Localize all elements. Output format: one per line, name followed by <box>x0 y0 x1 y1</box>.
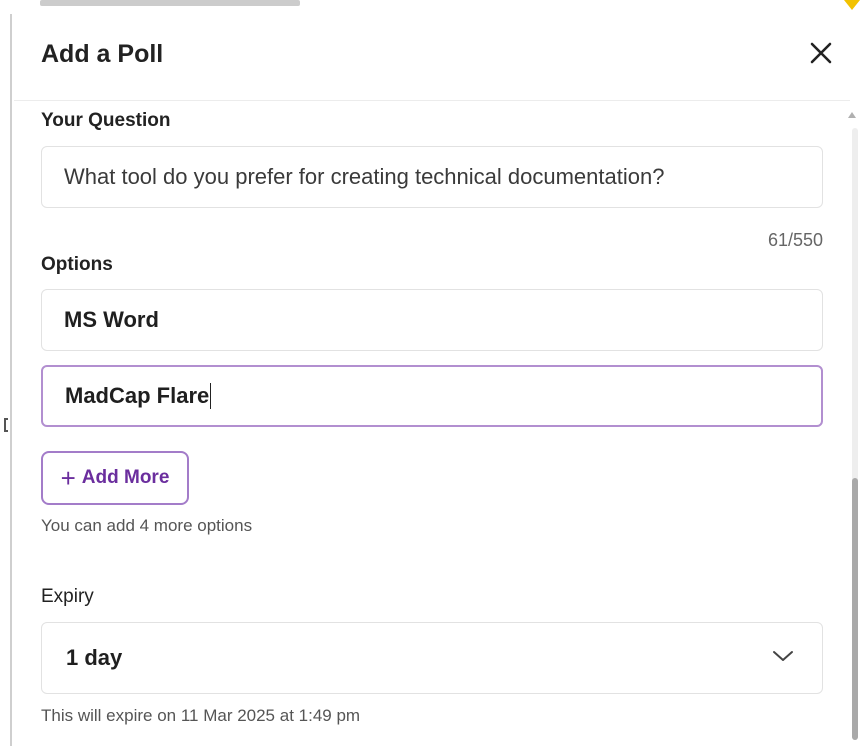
options-label: Options <box>41 254 113 275</box>
expiry-dropdown[interactable]: 1 day <box>41 622 823 694</box>
dialog-title: Add a Poll <box>41 40 164 68</box>
add-poll-dialog: Add a Poll Your Question What tool do yo… <box>14 0 850 746</box>
question-input-value: What tool do you prefer for creating tec… <box>64 164 665 189</box>
resize-handle-icon <box>4 418 8 432</box>
question-label: Your Question <box>41 110 171 131</box>
text-cursor <box>210 383 212 409</box>
question-char-counter: 61/550 <box>767 230 823 250</box>
option-input-2[interactable]: MadCap Flare <box>41 365 823 427</box>
option-input-1[interactable]: MS Word <box>41 289 823 351</box>
left-edge-divider <box>10 14 12 746</box>
close-icon <box>810 42 832 64</box>
question-input[interactable]: What tool do you prefer for creating tec… <box>41 146 823 208</box>
close-button[interactable] <box>806 38 836 68</box>
expiry-selected-value: 1 day <box>66 645 123 670</box>
add-more-button[interactable]: + Add More <box>41 451 189 505</box>
chevron-down-icon <box>773 651 793 661</box>
expiry-note: This will expire on 11 Mar 2025 at 1:49 … <box>41 706 361 725</box>
option-input-2-value: MadCap Flare <box>65 383 210 408</box>
scrollbar-thumb[interactable] <box>852 478 858 740</box>
option-input-1-value: MS Word <box>64 307 159 332</box>
dialog-header: Add a Poll <box>14 24 850 88</box>
add-more-label: Add More <box>81 467 170 488</box>
plus-icon: + <box>60 463 76 493</box>
options-remaining-hint: You can add 4 more options <box>41 516 253 535</box>
expiry-label: Expiry <box>41 586 94 607</box>
header-divider <box>14 100 850 101</box>
